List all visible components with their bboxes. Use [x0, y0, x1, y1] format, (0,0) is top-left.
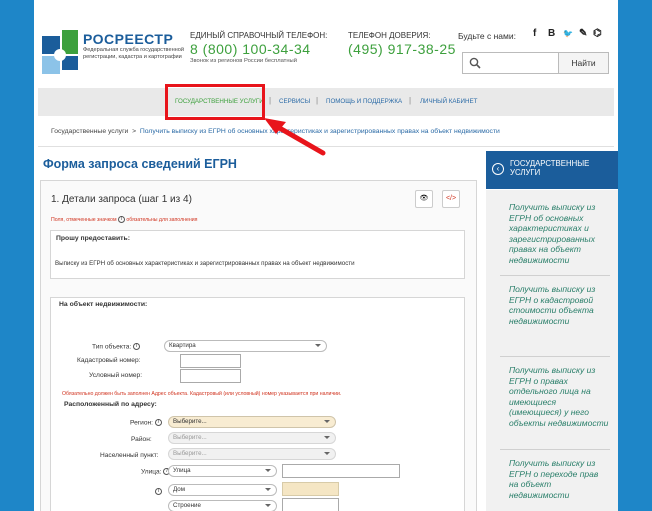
region-label-text: Регион: [130, 419, 154, 427]
provide-value: Выписку из ЕГРН об основных характеристи… [55, 260, 355, 267]
twitter-icon[interactable]: 🐦 [563, 29, 573, 38]
social-label: Будьте с нами: [458, 31, 516, 41]
hotline-note: Звонок из регионов России бесплатный [190, 58, 297, 64]
vk-icon[interactable]: B [548, 28, 555, 39]
address-warning: Обязательно должен быть заполнен Адрес о… [62, 391, 342, 397]
search-input[interactable] [462, 52, 559, 74]
hotline-label: ЕДИНЫЙ СПРАВОЧНЫЙ ТЕЛЕФОН: [190, 31, 328, 40]
brand-name[interactable]: РОСРЕЕСТР [83, 31, 173, 47]
street-input[interactable] [282, 464, 400, 478]
sidebar-link[interactable]: Получить выписку из ЕГРН о правах отдель… [509, 365, 609, 428]
trust-label: ТЕЛЕФОН ДОВЕРИЯ: [348, 31, 431, 40]
conditional-label: Условный номер: [89, 372, 143, 379]
sidebar-link[interactable]: Получить выписку из ЕГРН о кадастровой с… [509, 284, 609, 326]
cadastral-label: Кадастровый номер: [77, 357, 141, 364]
brand-subtitle: Федеральная служба государственной регис… [83, 47, 184, 60]
building-type-value: Строение [173, 502, 201, 509]
chevron-down-icon [324, 452, 330, 455]
main-nav: ГОСУДАРСТВЕННЫЕ УСЛУГИ | СЕРВИСЫ | ПОМОЩ… [38, 88, 614, 116]
facebook-icon[interactable]: f [533, 28, 536, 39]
blog-icon[interactable]: ✎ [579, 28, 587, 39]
page: РОСРЕЕСТР Федеральная служба государстве… [34, 0, 618, 511]
search-button[interactable]: Найти [559, 52, 609, 74]
object-type-value: Квартира [169, 342, 196, 349]
hotline-number: 8 (800) 100-34-34 [190, 41, 311, 57]
trust-number: (495) 917-38-25 [348, 41, 456, 57]
required-note-text: обязательны для заполнения [126, 216, 198, 223]
provide-label: Прошу предоставить: [56, 235, 130, 242]
sidebar-divider [500, 275, 610, 276]
building-type-select[interactable]: Строение [168, 500, 277, 511]
chevron-down-icon [265, 488, 271, 491]
chevron-down-icon [324, 436, 330, 439]
building-input[interactable] [282, 498, 339, 511]
search-icon [469, 57, 481, 69]
region-select[interactable]: Выберите... [168, 416, 336, 428]
object-type-select[interactable]: Квартира [164, 340, 327, 352]
house-type-value: Дом [173, 486, 185, 493]
street-label-text: Улица: [141, 468, 162, 476]
info-icon: i [155, 488, 162, 495]
required-note-text: Поля, отмеченные значком [51, 216, 117, 223]
nav-item-help[interactable]: ПОМОЩЬ И ПОДДЕРЖКА [326, 98, 402, 105]
district-label: Район: [131, 436, 152, 443]
nav-separator: | [269, 96, 272, 105]
chevron-down-icon [265, 469, 271, 472]
step-title: 1. Детали запроса (шаг 1 из 4) [51, 194, 192, 205]
required-info-icon: i [117, 216, 125, 223]
highlight-box [165, 84, 265, 120]
object-label: На объект недвижимости: [59, 301, 148, 308]
breadcrumb: Государственные услуги > Получить выписк… [51, 128, 500, 135]
street-label: Улица: i [141, 468, 171, 476]
street-type-value: Улица [173, 467, 191, 474]
house-type-select[interactable]: Дом [168, 484, 277, 496]
chevron-down-icon [315, 344, 321, 347]
sidebar-divider [500, 449, 610, 450]
region-label: Регион: i [130, 419, 162, 426]
region-value: Выберите... [173, 418, 207, 425]
conditional-input[interactable] [180, 369, 241, 383]
sidebar-title[interactable]: ГОСУДАРСТВЕННЫЕ УСЛУГИ [510, 159, 610, 177]
settlement-select[interactable]: Выберите... [168, 448, 336, 460]
object-type-label: Тип объекта: i [92, 343, 141, 351]
rss-icon[interactable]: ⌬ [593, 28, 602, 39]
settlement-value: Выберите... [173, 450, 207, 457]
divider [38, 146, 614, 147]
info-icon: i [133, 343, 141, 350]
required-note: Поля, отмеченные значком i обязательны д… [51, 216, 197, 223]
address-label: Расположенный по адресу: [64, 401, 157, 408]
nav-separator: | [409, 96, 412, 105]
info-icon: i [154, 419, 162, 426]
nav-item-cabinet[interactable]: ЛИЧНЫЙ КАБИНЕТ [420, 98, 477, 105]
breadcrumb-separator: > [132, 128, 137, 135]
rosreestr-logo-icon[interactable] [42, 30, 82, 74]
breadcrumb-root[interactable]: Государственные услуги [51, 128, 128, 135]
chevron-down-icon [265, 504, 271, 507]
chevron-left-icon[interactable]: ‹ [492, 163, 504, 175]
sidebar-link[interactable]: Получить выписку из ЕГРН о переходе прав… [509, 458, 609, 500]
district-select[interactable]: Выберите... [168, 432, 336, 444]
preview-icon[interactable]: 👁 [415, 190, 433, 208]
object-type-label-text: Тип объекта: [92, 343, 132, 351]
chevron-down-icon [324, 420, 330, 423]
code-icon[interactable]: </> [442, 190, 460, 208]
house-input[interactable] [282, 482, 339, 496]
cadastral-input[interactable] [180, 354, 241, 368]
settlement-label: Населенный пункт: [100, 452, 159, 459]
breadcrumb-current[interactable]: Получить выписку из ЕГРН об основных хар… [140, 128, 500, 135]
page-title: Форма запроса сведений ЕГРН [43, 157, 237, 171]
street-type-select[interactable]: Улица [168, 465, 277, 477]
nav-item-services[interactable]: СЕРВИСЫ [279, 98, 310, 105]
sidebar-link[interactable]: Получить выписку из ЕГРН об основных хар… [509, 202, 609, 265]
nav-separator: | [316, 96, 319, 105]
sidebar-divider [500, 356, 610, 357]
district-value: Выберите... [173, 434, 207, 441]
